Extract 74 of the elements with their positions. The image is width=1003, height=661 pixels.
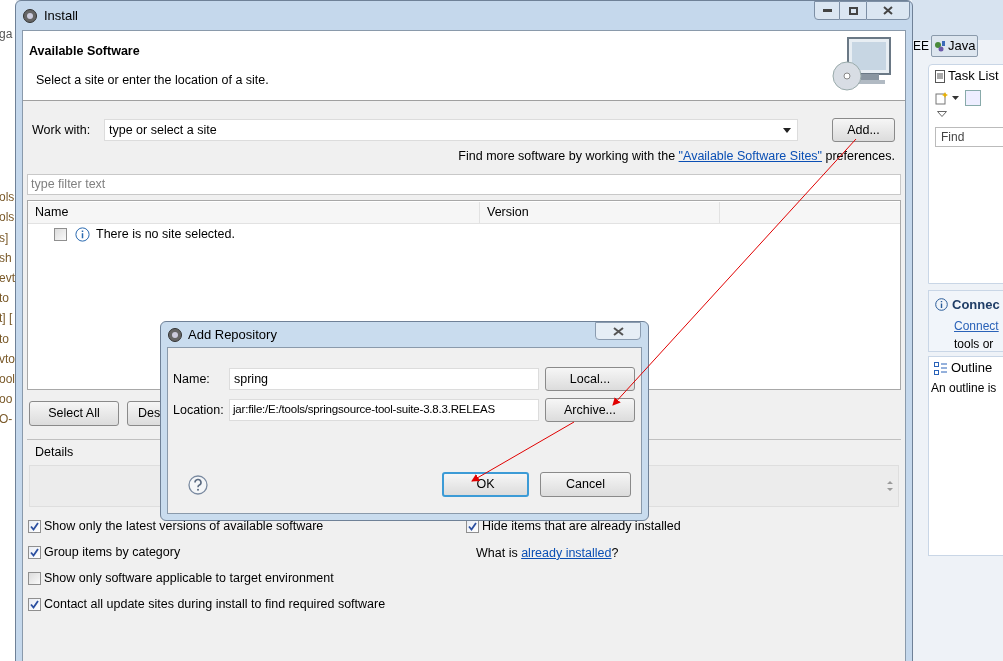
- perspective-icon: [934, 40, 946, 52]
- outline-message: An outline is: [930, 380, 998, 397]
- column-header[interactable]: Name: [28, 201, 480, 223]
- close-icon: [883, 6, 893, 15]
- perspective-label: EE: [912, 38, 929, 55]
- code-fragment: to: [0, 290, 10, 308]
- window-title: Install: [44, 6, 78, 25]
- maximize-button[interactable]: [840, 1, 866, 20]
- page-title: Available Software: [29, 43, 141, 60]
- code-fragment: oo: [0, 391, 14, 409]
- checkbox-label: Group items by category: [44, 543, 181, 561]
- field-label: Name:: [173, 370, 211, 388]
- site-combo-box[interactable]: type or select a site: [104, 119, 798, 141]
- name-field[interactable]: spring: [229, 368, 539, 390]
- checkbox-label: Show only the latest versions of available software: [44, 517, 324, 535]
- dialog-title: Add Repository: [188, 325, 277, 344]
- field-label: Work with:: [32, 121, 92, 139]
- preferences-link[interactable]: "Available Software Sites": [678, 149, 823, 163]
- checkbox-label: Show only software applicable to target environment: [44, 569, 334, 587]
- code-fragment: t] [: [0, 310, 14, 328]
- panel-title: Connec: [952, 296, 1000, 314]
- view-menu-icon[interactable]: [937, 111, 947, 117]
- outline-icon: [934, 361, 947, 375]
- column-header[interactable]: Version: [480, 201, 720, 223]
- checkbox[interactable]: [28, 571, 41, 585]
- minimize-button[interactable]: [814, 1, 840, 20]
- checkbox[interactable]: [28, 519, 41, 533]
- code-fragment: to: [0, 330, 10, 348]
- code-fragment: evt: [0, 269, 16, 287]
- code-fragment: ga: [0, 26, 14, 43]
- code-fragment: ool: [0, 370, 16, 388]
- gear-icon: [167, 326, 183, 343]
- code-fragment: sh: [0, 249, 13, 267]
- table-cell-text: There is no site selected.: [96, 226, 235, 244]
- select-all-button[interactable]: Select All: [29, 400, 119, 426]
- code-fragment: ols: [0, 209, 16, 227]
- view-title[interactable]: Task List: [948, 66, 999, 86]
- installed-note: What is already installed?: [476, 544, 620, 562]
- location-field[interactable]: jar:file:/E:/tools/springsource-tool-suite-3.8.3.RELEAS: [229, 399, 539, 421]
- panel-text: tools or: [954, 335, 995, 353]
- close-button[interactable]: [866, 1, 910, 20]
- checkbox-label: Contact all update sites during install to find required software: [44, 595, 386, 613]
- preferences-hint: Find more software by working with the "Available Software Sites" preferences.: [458, 148, 895, 165]
- perspective-tab[interactable]: Java: [931, 35, 979, 57]
- help-icon[interactable]: [188, 474, 208, 495]
- group-label: Details: [35, 443, 75, 461]
- dropdown-caret-icon[interactable]: [783, 127, 791, 133]
- ok-button[interactable]: OK: [442, 472, 529, 497]
- view-title[interactable]: Outline: [951, 358, 993, 378]
- info-icon: [75, 227, 90, 243]
- page-description: Select a site or enter the location of a site.: [35, 71, 269, 89]
- add-button[interactable]: Add...: [832, 118, 895, 142]
- checkbox[interactable]: [28, 545, 41, 559]
- dropdown-caret-icon[interactable]: [952, 95, 959, 101]
- installed-link[interactable]: already installed: [521, 545, 612, 560]
- archive-button[interactable]: Archive...: [545, 398, 635, 422]
- info-icon: [935, 298, 948, 312]
- connect-link[interactable]: Connect: [954, 316, 1003, 335]
- cancel-button[interactable]: Cancel: [540, 472, 631, 497]
- local-button[interactable]: Local...: [545, 367, 635, 391]
- gear-icon: [22, 7, 38, 24]
- computer-disc-icon: [831, 36, 893, 92]
- code-fragment: s]: [0, 229, 10, 247]
- close-icon: [612, 326, 624, 336]
- find-field[interactable]: Find: [935, 127, 1003, 147]
- field-label: Location:: [173, 401, 225, 419]
- checkbox[interactable]: [54, 228, 67, 242]
- checkbox-label: Hide items that are already installed: [482, 517, 681, 535]
- document-icon: [935, 69, 945, 83]
- code-fragment: ols: [0, 189, 16, 207]
- close-button[interactable]: [595, 322, 641, 340]
- filter-field[interactable]: type filter text: [27, 173, 901, 195]
- code-fragment: O-: [0, 411, 14, 429]
- checkbox[interactable]: [28, 597, 41, 611]
